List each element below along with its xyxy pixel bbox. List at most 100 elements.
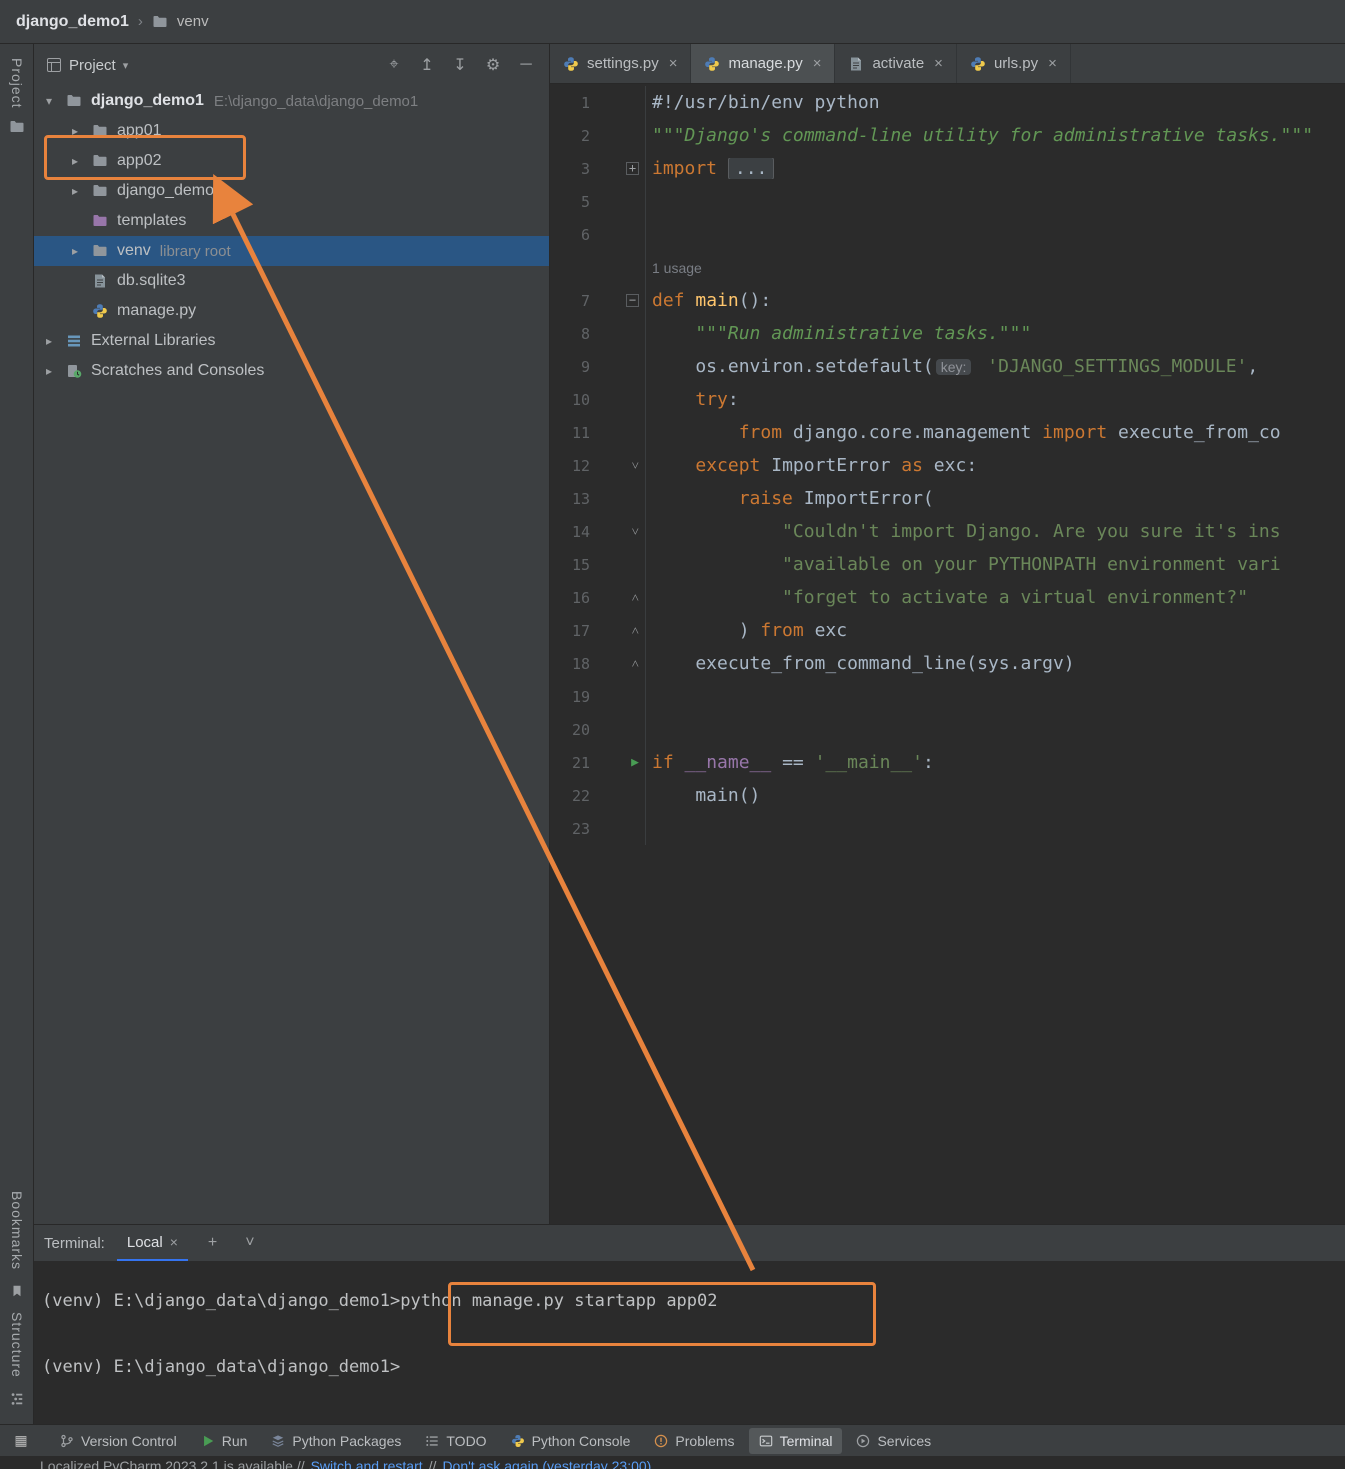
terminal-panel: Terminal: Local × + ˅ (venv) E:\django_d… [34, 1224, 1345, 1424]
terminal-line: (venv) E:\django_data\django_demo1>pytho… [42, 1291, 1345, 1324]
notification-link-dismiss[interactable]: Don't ask again (yesterday 23:00) [442, 1458, 651, 1469]
structure-icon[interactable] [10, 1392, 24, 1406]
code-line: 7−def main(): [550, 284, 1345, 317]
typo-highlight: PYTHONPATH [988, 554, 1096, 575]
terminal-output[interactable]: (venv) E:\django_data\django_demo1>pytho… [34, 1261, 1345, 1424]
close-icon[interactable]: × [170, 1234, 178, 1250]
tree-item-django-demo1-pkg[interactable]: ▸ django_demo1 [34, 176, 549, 206]
tab-manage-py[interactable]: manage.py × [691, 44, 835, 83]
terminal-header: Terminal: Local × + ˅ [34, 1225, 1345, 1261]
chevron-right-icon[interactable]: ▸ [72, 184, 92, 198]
usage-hint[interactable]: 1 usage [652, 260, 702, 276]
close-icon[interactable]: × [934, 55, 943, 72]
statusbar-python-packages[interactable]: Python Packages [261, 1428, 411, 1454]
statusbar-label: Terminal [780, 1433, 833, 1449]
folder-icon [66, 93, 84, 109]
fold-icon[interactable]: ˄ [632, 656, 639, 672]
terminal-tab-local[interactable]: Local × [117, 1225, 188, 1261]
chevron-down-icon[interactable]: ˅ [237, 1234, 262, 1252]
services-icon [856, 1434, 870, 1448]
statusbar-label: Version Control [81, 1433, 177, 1449]
fold-icon[interactable]: ˄ [632, 590, 639, 606]
code-line: 19 [550, 680, 1345, 713]
code-line: 23 [550, 812, 1345, 845]
tab-urls-py[interactable]: urls.py × [957, 44, 1071, 83]
collapse-all-icon[interactable]: ↧ [447, 55, 473, 75]
statusbar-todo[interactable]: TODO [415, 1428, 496, 1454]
left-tool-stripe: Project Bookmarks Structure [0, 44, 34, 1424]
hide-panel-icon[interactable]: ─ [513, 56, 539, 74]
stripe-structure-button[interactable]: Structure [9, 1312, 25, 1378]
project-tool-icon[interactable] [9, 119, 25, 135]
chevron-right-icon[interactable]: ▸ [46, 364, 66, 378]
chevron-right-icon[interactable]: ▸ [72, 154, 92, 168]
tree-item-db-sqlite3[interactable]: db.sqlite3 [34, 266, 549, 296]
python-file-icon [704, 56, 720, 72]
fold-icon[interactable]: + [626, 162, 639, 175]
tree-item-templates[interactable]: templates [34, 206, 549, 236]
tree-item-project-root[interactable]: ▾ django_demo1 E:\django_data\django_dem… [34, 86, 549, 116]
project-panel: Project ▾ ⌖ ↥ ↧ ⚙ ─ ▾ django_demo1 [34, 44, 550, 1224]
project-panel-title[interactable]: Project [69, 57, 116, 74]
terminal-title: Terminal: [44, 1235, 105, 1252]
statusbar-label: Services [877, 1433, 931, 1449]
tab-label: manage.py [728, 55, 802, 72]
tree-item-app01[interactable]: ▸ app01 [34, 116, 549, 146]
code-line: 9 os.environ.setdefault(key: 'DJANGO_SET… [550, 350, 1345, 383]
chevron-right-icon[interactable]: ▸ [72, 124, 92, 138]
stripe-bookmarks-button[interactable]: Bookmarks [9, 1191, 25, 1270]
stripe-project-button[interactable]: Project [9, 58, 25, 109]
templates-folder-icon [92, 213, 110, 229]
close-icon[interactable]: × [669, 55, 678, 72]
notification-link-restart[interactable]: Switch and restart [311, 1458, 423, 1469]
fold-icon[interactable]: − [626, 294, 639, 307]
tab-label: urls.py [994, 55, 1038, 72]
tree-item-scratches[interactable]: ▸ Scratches and Consoles [34, 356, 549, 386]
statusbar-python-console[interactable]: Python Console [501, 1428, 641, 1454]
chevron-down-icon[interactable]: ▾ [123, 59, 129, 72]
tree-item-venv[interactable]: ▸ venv library root [34, 236, 549, 266]
terminal-tab-label: Local [127, 1234, 163, 1251]
code-line: 6 [550, 218, 1345, 251]
scratches-icon [66, 363, 84, 379]
statusbar-run[interactable]: Run [191, 1428, 258, 1454]
chevron-right-icon[interactable]: ▸ [46, 334, 66, 348]
notification-separator: // [429, 1458, 437, 1469]
fold-icon[interactable]: ˄ [632, 623, 639, 639]
statusbar-services[interactable]: Services [846, 1428, 941, 1454]
tree-item-app02[interactable]: ▸ app02 [34, 146, 549, 176]
new-session-icon[interactable]: + [200, 1234, 225, 1252]
folder-icon [92, 183, 110, 199]
breadcrumb-project[interactable]: django_demo1 [16, 13, 129, 31]
tab-settings-py[interactable]: settings.py × [550, 44, 691, 83]
chevron-right-icon[interactable]: ▸ [72, 244, 92, 258]
statusbar-problems[interactable]: Problems [644, 1428, 744, 1454]
close-icon[interactable]: × [813, 55, 822, 72]
breadcrumb-folder[interactable]: venv [177, 13, 209, 30]
expand-all-icon[interactable]: ↥ [414, 55, 440, 75]
code-line: 13 raise ImportError( [550, 482, 1345, 515]
close-icon[interactable]: × [1048, 55, 1057, 72]
tab-activate[interactable]: activate × [835, 44, 956, 83]
bookmark-icon[interactable] [10, 1284, 24, 1298]
fold-icon[interactable]: ˅ [632, 458, 639, 474]
statusbar-label: Python Packages [292, 1433, 401, 1449]
tree-item-manage-py[interactable]: manage.py [34, 296, 549, 326]
file-icon [92, 273, 110, 289]
terminal-line [42, 1324, 1345, 1357]
code-editor[interactable]: 1#!/usr/bin/env python 2"""Django's comm… [550, 84, 1345, 1224]
statusbar-terminal[interactable]: Terminal [749, 1428, 843, 1454]
statusbar-label: Python Console [532, 1433, 631, 1449]
gear-icon[interactable]: ⚙ [480, 55, 506, 75]
tool-window-switcher-icon[interactable]: ▦ [10, 1432, 32, 1449]
chevron-down-icon[interactable]: ▾ [46, 94, 66, 108]
code-line: 22 main() [550, 779, 1345, 812]
statusbar-version-control[interactable]: Version Control [50, 1428, 187, 1454]
notification-text: Localized PyCharm 2023.2.1 is available … [40, 1458, 305, 1469]
fold-icon[interactable]: ˅ [632, 524, 639, 540]
code-line: 18˄ execute_from_command_line(sys.argv) [550, 647, 1345, 680]
folded-region[interactable]: ... [728, 158, 775, 179]
locate-file-icon[interactable]: ⌖ [381, 56, 407, 74]
run-icon[interactable]: ▶ [631, 755, 639, 770]
tree-item-external-libraries[interactable]: ▸ External Libraries [34, 326, 549, 356]
